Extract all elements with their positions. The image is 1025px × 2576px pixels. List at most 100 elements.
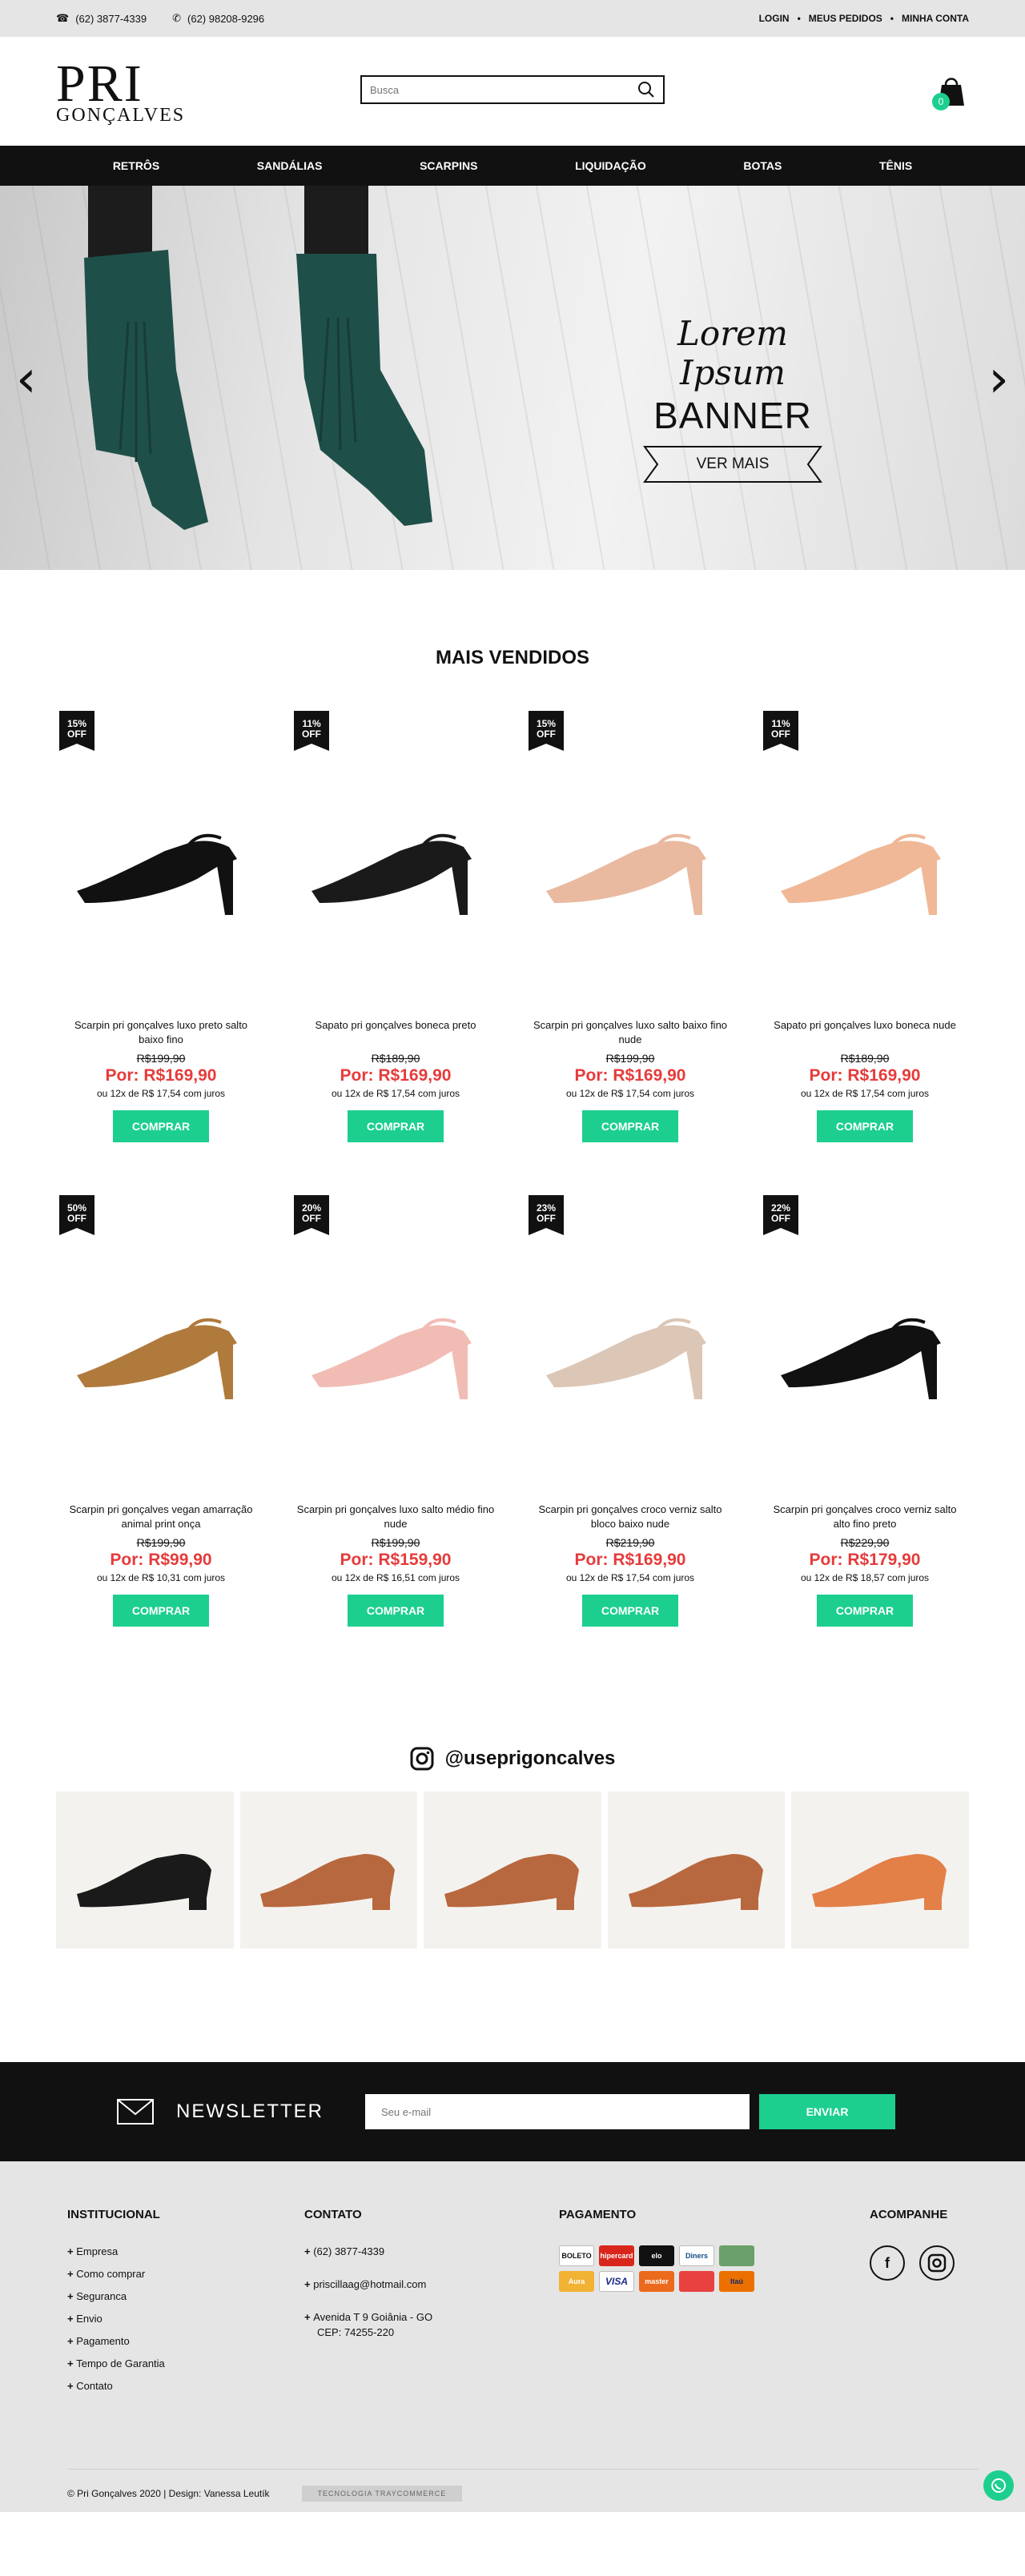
newsletter-submit-button[interactable]: ENVIAR [759,2094,896,2129]
buy-button[interactable]: COMPRAR [582,1595,678,1627]
product-card[interactable]: 11% OFF Sapato pri gonçalves luxo boneca … [760,711,970,1142]
footer-link-seguranca[interactable]: Seguranca [67,2290,304,2302]
hero-caption: Lorem Ipsum BANNER VER MAIS [633,314,833,484]
shoe-image [77,1318,237,1399]
product-card[interactable]: 15% OFF Scarpin pri gonçalves luxo preto … [56,711,266,1142]
product-grid: 15% OFF Scarpin pri gonçalves luxo preto … [0,711,1025,1627]
search-input[interactable] [370,83,637,96]
buy-button[interactable]: COMPRAR [348,1110,444,1142]
instagram-footer-icon[interactable] [919,2245,955,2281]
instagram-post[interactable] [607,1792,786,1948]
buy-button[interactable]: COMPRAR [817,1110,913,1142]
newsletter-label: NEWSLETTER [176,2101,324,2122]
product-image[interactable] [56,711,266,1015]
phone-contact[interactable]: ☎ (62) 3877-4339 [56,12,147,25]
product-name[interactable]: Sapato pri gonçalves boneca preto [291,1018,500,1047]
product-card[interactable]: 22% OFF Scarpin pri gonçalves croco verni… [760,1195,970,1627]
buy-button[interactable]: COMPRAR [582,1110,678,1142]
nav-liquidacao[interactable]: LIQUIDAÇÃO [575,159,646,172]
whatsapp-float-button[interactable] [983,2470,1014,2501]
product-name[interactable]: Scarpin pri gonçalves vegan amarração an… [56,1503,266,1531]
footer-link-como-comprar[interactable]: Como comprar [67,2268,304,2280]
product-card[interactable]: 15% OFF Scarpin pri gonçalves luxo salto … [525,711,735,1142]
product-image[interactable] [291,1195,500,1499]
product-image[interactable] [525,711,735,1015]
visa-icon: VISA [599,2271,634,2292]
hero-prev-arrow[interactable]: ‹ [16,350,37,409]
instagram-shoe-image [444,1854,579,1910]
header: PRI GONÇALVES 0 [0,37,1025,146]
footer-contact-email[interactable]: priscillaag@hotmail.com [304,2278,559,2290]
product-old-price: R$199,90 [136,1536,186,1549]
buy-button[interactable]: COMPRAR [348,1595,444,1627]
hero-next-arrow[interactable]: › [988,350,1009,409]
product-name[interactable]: Scarpin pri gonçalves luxo salto baixo f… [525,1018,735,1047]
copyright-text: © Pri Gonçalves 2020 | Design: Vanessa L… [67,2488,270,2499]
product-price: Por: R$159,90 [340,1551,452,1569]
product-image[interactable] [56,1195,266,1499]
main-nav: RETRÔS SANDÁLIAS SCARPINS LIQUIDAÇÃO BOT… [0,146,1025,186]
payment-methods: BOLETO hipercard elo Diners Aura VISA ma… [559,2245,870,2292]
product-name[interactable]: Scarpin pri gonçalves croco verniz salto… [760,1503,970,1531]
footer-link-empresa[interactable]: Empresa [67,2245,304,2257]
nav-botas[interactable]: BOTAS [743,159,782,172]
footer-contact-phone[interactable]: (62) 3877-4339 [304,2245,559,2257]
newsletter-email-input[interactable] [365,2094,750,2129]
product-name[interactable]: Scarpin pri gonçalves luxo preto salto b… [56,1018,266,1047]
product-name[interactable]: Scarpin pri gonçalves croco verniz salto… [525,1503,735,1531]
product-old-price: R$229,90 [840,1536,890,1549]
product-old-price: R$189,90 [371,1052,420,1065]
product-card[interactable]: 50% OFF Scarpin pri gonçalves vegan amarr… [56,1195,266,1627]
buy-button[interactable]: COMPRAR [113,1595,209,1627]
cart-button[interactable]: 0 [932,74,969,110]
instagram-header[interactable]: @useprigoncalves [0,1747,1025,1771]
traycommerce-badge[interactable]: TECNOLOGIA TRAYCOMMERCE [301,2486,463,2502]
buy-button[interactable]: COMPRAR [817,1595,913,1627]
footer-link-garantia[interactable]: Tempo de Garantia [67,2357,304,2369]
product-old-price: R$199,90 [371,1536,420,1549]
search-box [360,75,665,104]
hiper-icon [679,2271,714,2292]
instagram-post[interactable] [791,1792,969,1948]
instagram-post[interactable] [424,1792,601,1948]
nav-retros[interactable]: RETRÔS [113,159,159,172]
footer-link-envio[interactable]: Envio [67,2313,304,2325]
hero-cta-button[interactable]: VER MAIS [643,445,822,484]
product-card[interactable]: 20% OFF Scarpin pri gonçalves luxo salto … [291,1195,500,1627]
shoe-image [546,1318,706,1399]
product-installments: ou 12x de R$ 17,54 com juros [96,1088,226,1099]
product-image[interactable] [760,1195,970,1499]
instagram-post[interactable] [56,1792,234,1948]
instagram-post[interactable] [239,1792,418,1948]
product-card[interactable]: 11% OFF Sapato pri gonçalves boneca preto… [291,711,500,1142]
footer-link-contato[interactable]: Contato [67,2380,304,2392]
product-price: Por: R$179,90 [809,1551,921,1569]
instagram-shoe-image [628,1854,763,1910]
product-installments: ou 12x de R$ 17,54 com juros [331,1088,460,1099]
whatsapp-contact[interactable]: ✆ (62) 98208-9296 [172,12,264,25]
nav-sandalias[interactable]: SANDÁLIAS [257,159,323,172]
product-price: Por: R$99,90 [110,1551,212,1569]
nav-scarpins[interactable]: SCARPINS [420,159,477,172]
footer-bottom: © Pri Gonçalves 2020 | Design: Vanessa L… [67,2469,979,2502]
product-old-price: R$189,90 [840,1052,890,1065]
footer-link-pagamento[interactable]: Pagamento [67,2335,304,2347]
my-orders-link[interactable]: MEUS PEDIDOS [809,13,882,24]
nav-tenis[interactable]: TÊNIS [879,159,912,172]
login-link[interactable]: LOGIN [759,13,790,24]
product-name[interactable]: Scarpin pri gonçalves luxo salto médio f… [291,1503,500,1531]
hero-boots-image [84,186,432,530]
product-image[interactable] [291,711,500,1015]
product-installments: ou 12x de R$ 16,51 com juros [331,1572,460,1583]
product-card[interactable]: 23% OFF Scarpin pri gonçalves croco verni… [525,1195,735,1627]
my-account-link[interactable]: MINHA CONTA [902,13,969,24]
product-price: Por: R$169,90 [105,1066,217,1085]
product-name[interactable]: Sapato pri gonçalves luxo boneca nude [760,1018,970,1047]
logo[interactable]: PRI GONÇALVES [56,58,192,126]
whatsapp-float-icon [991,2478,1006,2493]
buy-button[interactable]: COMPRAR [113,1110,209,1142]
facebook-icon[interactable]: f [870,2245,905,2281]
product-image[interactable] [525,1195,735,1499]
product-image[interactable] [760,711,970,1015]
search-icon[interactable] [637,81,655,98]
